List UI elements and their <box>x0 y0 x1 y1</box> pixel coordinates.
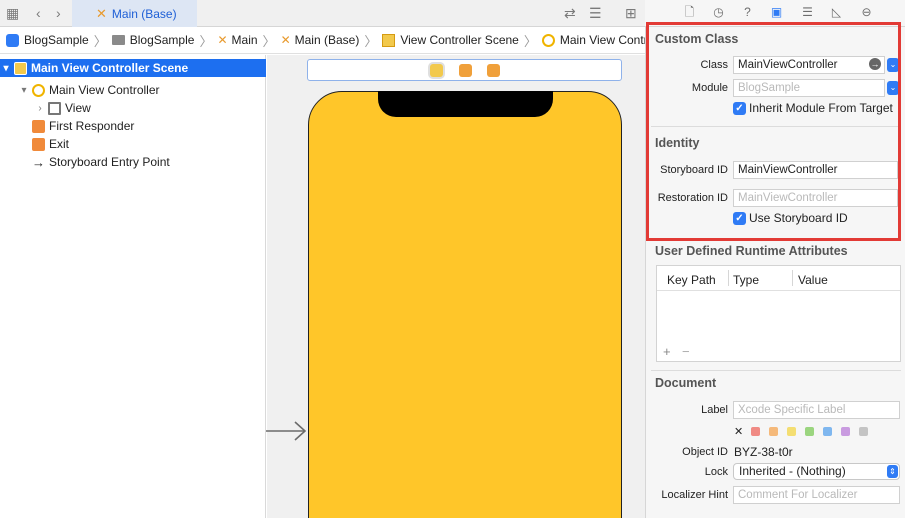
exit-dock-icon[interactable] <box>487 64 500 77</box>
breadcrumb-label: BlogSample <box>24 33 89 47</box>
project-icon <box>6 33 19 47</box>
gray-label-swatch[interactable] <box>859 427 868 436</box>
document-outline: ▾ Main View Controller Scene ▾ Main View… <box>0 55 266 518</box>
list-icon[interactable]: ☰ <box>589 4 602 22</box>
outline-entry-row[interactable]: → Storyboard Entry Point <box>30 153 170 171</box>
breadcrumb-label: View Controller Scene <box>400 33 519 47</box>
outline-scene-row[interactable]: ▾ Main View Controller Scene <box>0 59 266 77</box>
first-responder-icon <box>32 119 45 133</box>
breadcrumb-folder[interactable]: BlogSample 〉 <box>111 31 218 50</box>
outline-label: Exit <box>49 137 70 151</box>
document-heading: Document <box>655 376 717 390</box>
red-label-swatch[interactable] <box>751 427 760 436</box>
purple-label-swatch[interactable] <box>841 427 850 436</box>
view-icon <box>48 101 61 115</box>
first-responder-dock-icon[interactable] <box>459 64 472 77</box>
view-controller-icon <box>541 33 555 47</box>
interface-builder-icon: ✕ <box>217 33 228 47</box>
storyboard-entry-arrow[interactable] <box>266 420 308 442</box>
updown-chevron-icon: ⇕ <box>887 465 898 478</box>
iphone-view[interactable] <box>308 91 622 518</box>
interface-builder-icon: ✕ <box>96 5 107 21</box>
lock-label: Lock <box>704 466 728 478</box>
lock-select-value: Inherited - (Nothing) <box>739 464 846 478</box>
exit-icon <box>32 137 45 151</box>
forward-arrow-icon[interactable]: › <box>56 4 61 22</box>
scene-icon <box>382 33 396 47</box>
localizer-hint-label: Localizer Hint <box>661 489 728 501</box>
breadcrumb-label: Main (Base) <box>294 33 360 47</box>
grid-icon[interactable]: ▦ <box>6 4 19 22</box>
chevron-right-icon: 〉 <box>199 33 213 49</box>
breadcrumb-project[interactable]: BlogSample 〉 <box>6 31 112 50</box>
entry-arrow-icon: → <box>32 154 45 170</box>
connections-inspector-icon[interactable]: ⊖ <box>859 5 874 20</box>
orange-label-swatch[interactable] <box>769 427 778 436</box>
column-separator <box>728 270 729 286</box>
document-label-label: Label <box>701 404 728 416</box>
chevron-right-icon: 〉 <box>523 33 537 49</box>
disclosure-closed-icon[interactable]: › <box>34 103 46 114</box>
tab-label: Main (Base) <box>111 6 177 21</box>
outline-label: Main View Controller Scene <box>31 61 189 75</box>
back-arrow-icon[interactable]: ‹ <box>36 4 41 22</box>
lock-select[interactable]: Inherited - (Nothing) ⇕ <box>733 463 900 480</box>
blue-label-swatch[interactable] <box>823 427 832 436</box>
device-notch <box>378 91 553 117</box>
help-inspector-icon[interactable]: ? <box>740 5 755 20</box>
outline-controller-row[interactable]: ▾ Main View Controller <box>18 81 160 99</box>
outline-exit-row[interactable]: Exit <box>30 135 69 153</box>
chevron-right-icon: 〉 <box>93 33 107 49</box>
breadcrumb: BlogSample 〉 BlogSample 〉 ✕ Main 〉 ✕ Mai… <box>0 27 670 54</box>
identity-inspector-icon[interactable]: ▣ <box>769 5 784 20</box>
green-label-swatch[interactable] <box>805 427 814 436</box>
view-controller-dock-icon[interactable] <box>430 64 443 77</box>
object-id-label: Object ID <box>682 446 728 458</box>
view-controller-icon <box>32 83 45 97</box>
yellow-label-swatch[interactable] <box>787 427 796 436</box>
disclosure-open-icon[interactable]: ▾ <box>18 85 30 96</box>
outline-label: Main View Controller <box>49 83 160 97</box>
scene-icon <box>14 61 27 75</box>
runtime-attributes-heading: User Defined Runtime Attributes <box>655 244 848 258</box>
header-divider <box>657 290 900 291</box>
runtime-attributes-table[interactable]: Key Path Type Value + − <box>656 265 901 362</box>
localizer-hint-field[interactable]: Comment For Localizer <box>733 486 900 504</box>
remove-attribute-button[interactable]: − <box>682 344 690 359</box>
attributes-inspector-icon[interactable]: ☰ <box>800 5 815 20</box>
outline-label: First Responder <box>49 119 135 133</box>
breadcrumb-base[interactable]: ✕ Main (Base) 〉 <box>281 31 383 50</box>
breadcrumb-storyboard[interactable]: ✕ Main 〉 <box>217 31 280 50</box>
breadcrumb-label: Main <box>231 33 258 47</box>
disclosure-open-icon[interactable]: ▾ <box>0 63 12 74</box>
object-id-value: BYZ-38-t0r <box>734 445 793 459</box>
interface-builder-icon: ✕ <box>280 33 291 47</box>
refresh-icon[interactable]: ⇄ <box>564 4 576 22</box>
folder-icon <box>111 35 125 45</box>
outline-label: Storyboard Entry Point <box>49 155 170 169</box>
chevron-right-icon: 〉 <box>262 33 276 49</box>
outline-label: View <box>65 101 91 115</box>
outline-view-row[interactable]: › View <box>34 99 91 117</box>
history-inspector-icon[interactable]: ◷ <box>711 5 726 20</box>
key-path-column-header[interactable]: Key Path <box>667 273 716 287</box>
highlight-box <box>646 22 901 241</box>
file-inspector-icon[interactable]: 🗋 <box>682 5 697 20</box>
type-column-header[interactable]: Type <box>733 273 759 287</box>
size-inspector-icon[interactable]: ◺ <box>829 5 844 20</box>
section-divider <box>651 370 901 371</box>
chevron-right-icon: 〉 <box>364 33 378 49</box>
tab-main-base[interactable]: ✕ Main (Base) <box>72 0 197 27</box>
value-column-header[interactable]: Value <box>798 273 828 287</box>
column-separator <box>792 270 793 286</box>
editor-tab-bar: ▦ ‹ › ✕ Main (Base) ⇄ ☰ ⊞ <box>0 0 645 27</box>
scene-dock <box>307 59 622 81</box>
add-attribute-button[interactable]: + <box>663 344 671 359</box>
outline-first-responder-row[interactable]: First Responder <box>30 117 134 135</box>
breadcrumb-scene[interactable]: View Controller Scene 〉 <box>382 31 542 50</box>
breadcrumb-label: BlogSample <box>129 33 195 47</box>
add-editor-icon[interactable]: ⊞ <box>625 4 637 22</box>
document-label-field[interactable]: Xcode Specific Label <box>733 401 900 419</box>
clear-label-color-icon[interactable]: ✕ <box>734 425 743 438</box>
